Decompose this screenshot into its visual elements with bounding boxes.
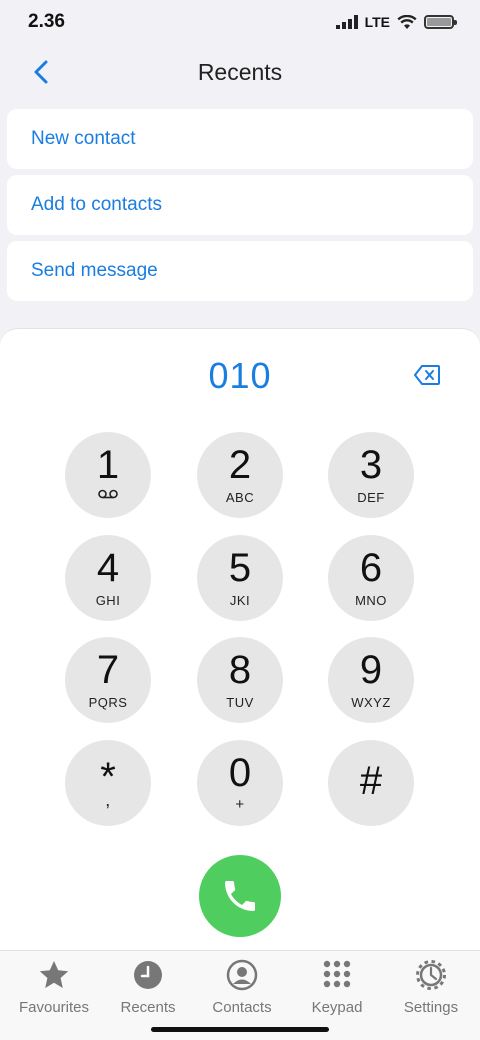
tab-settings[interactable]: Settings <box>383 951 479 1021</box>
tab-recents[interactable]: Recents <box>100 951 196 1021</box>
star-icon <box>39 961 69 988</box>
call-button[interactable] <box>199 855 281 937</box>
key-digit: 4 <box>96 546 120 590</box>
clock-icon <box>134 961 162 989</box>
status-time: 2.36 <box>28 11 65 32</box>
key-digit: 1 <box>96 443 120 487</box>
status-indicators: LTE <box>335 14 457 30</box>
tab-label: Favourites <box>18 999 90 1016</box>
send-message-button[interactable]: Send message <box>7 241 473 301</box>
key-digit: # <box>359 759 383 803</box>
key-letters: MNO <box>355 593 387 608</box>
battery-icon <box>424 15 457 29</box>
page-title: Recents <box>197 58 283 85</box>
gear-icon <box>416 960 446 990</box>
key-8[interactable]: 8 TUV <box>197 637 283 723</box>
back-chevron-icon[interactable] <box>28 58 56 86</box>
key-digit: 6 <box>359 546 383 590</box>
key-1[interactable]: 1 <box>65 432 151 518</box>
tab-label: Settings <box>403 999 459 1016</box>
status-bar: 2.36 LTE <box>0 0 480 44</box>
key-digit: 9 <box>359 648 383 692</box>
nav-header: Recents <box>0 48 480 96</box>
tab-keypad[interactable]: Keypad <box>289 951 385 1021</box>
key-digit: 0 <box>228 751 252 795</box>
key-digit: 5 <box>228 546 252 590</box>
key-digit: 8 <box>228 648 252 692</box>
key-letters: + <box>235 796 245 813</box>
key-hash[interactable]: # <box>328 740 414 826</box>
key-6[interactable]: 6 MNO <box>328 535 414 621</box>
key-letters: DEF <box>357 490 385 505</box>
key-letters: ABC <box>225 490 255 505</box>
home-indicator <box>151 1027 329 1032</box>
key-9[interactable]: 9 WXYZ <box>328 637 414 723</box>
keypad-icon <box>323 960 351 988</box>
signal-icon <box>335 15 358 29</box>
voicemail-icon <box>98 489 118 499</box>
key-digit: 3 <box>359 443 383 487</box>
key-7[interactable]: 7 PQRS <box>65 637 151 723</box>
key-star[interactable]: * , <box>65 740 151 826</box>
add-to-contacts-button[interactable]: Add to contacts <box>7 175 473 235</box>
key-letters: TUV <box>226 695 254 710</box>
new-contact-button[interactable]: New contact <box>7 109 473 169</box>
tab-contacts[interactable]: Contacts <box>194 951 290 1021</box>
key-digit: 7 <box>96 648 120 692</box>
tab-favourites[interactable]: Favourites <box>6 951 102 1021</box>
phone-icon <box>225 881 255 911</box>
key-letters: GHI <box>95 593 121 608</box>
network-type: LTE <box>364 14 390 30</box>
backspace-icon[interactable] <box>413 364 441 386</box>
tab-label: Recents <box>120 999 176 1016</box>
key-letters: WXYZ <box>351 695 391 710</box>
key-2[interactable]: 2 ABC <box>197 432 283 518</box>
key-digit: 2 <box>228 443 252 487</box>
person-icon <box>226 959 258 991</box>
key-3[interactable]: 3 DEF <box>328 432 414 518</box>
key-5[interactable]: 5 JKI <box>197 535 283 621</box>
wifi-icon <box>397 14 417 29</box>
key-letters: JKI <box>229 593 251 608</box>
key-4[interactable]: 4 GHI <box>65 535 151 621</box>
key-letters: PQRS <box>88 695 128 710</box>
tab-label: Contacts <box>212 999 272 1016</box>
dialed-number: 010 <box>208 355 272 396</box>
key-letters: , <box>105 790 111 810</box>
key-0[interactable]: 0 + <box>197 740 283 826</box>
tab-label: Keypad <box>311 999 363 1016</box>
dialer-panel: 010 1 2 ABC 3 DEF 4 GHI 5 JKI 6 MNO 7 PQ… <box>0 328 480 950</box>
